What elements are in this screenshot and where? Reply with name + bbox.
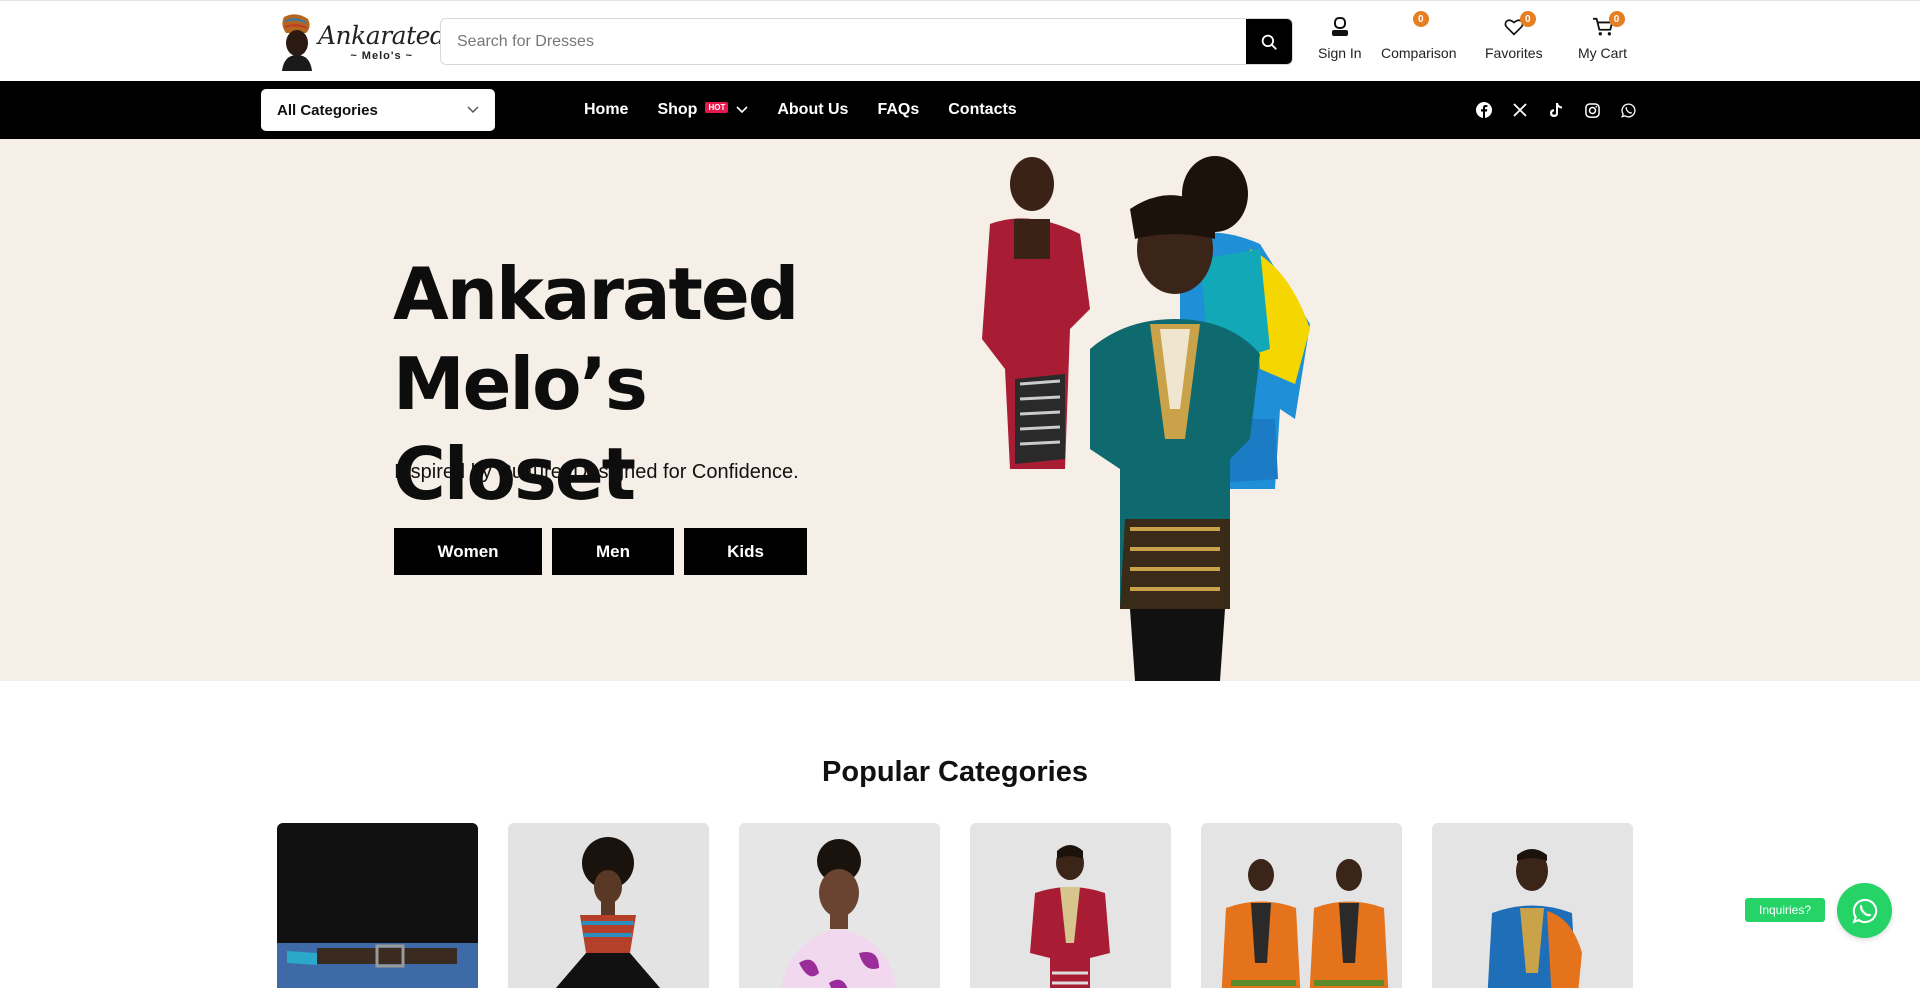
chevron-down-icon: [467, 106, 479, 114]
site-logo[interactable]: Ankarated ~ Melo's ~: [276, 11, 446, 73]
x-icon[interactable]: [1511, 101, 1529, 119]
chevron-down-icon: [736, 106, 748, 114]
category-image: [277, 823, 478, 988]
hero-models-image: [982, 156, 1310, 681]
search-icon: [1261, 34, 1277, 50]
nav-faqs[interactable]: FAQs: [877, 101, 919, 119]
category-card[interactable]: [277, 823, 478, 988]
favorites-label: Favorites: [1485, 45, 1543, 61]
cart-link[interactable]: 0 My Cart: [1578, 11, 1627, 61]
tiktok-icon[interactable]: [1547, 101, 1565, 119]
logo-text: Ankarated: [318, 21, 446, 50]
hot-badge: HOT: [705, 101, 729, 113]
category-card[interactable]: [970, 823, 1171, 988]
hero-title-line2: Melo’s Closet: [393, 342, 648, 516]
cart-icon: 0: [1591, 11, 1625, 39]
category-card[interactable]: [739, 823, 940, 988]
men-button[interactable]: Men: [552, 528, 674, 575]
user-icon: [1328, 15, 1352, 39]
site-header: Ankarated ~ Melo's ~ Sign In 0 Compariso…: [0, 0, 1920, 81]
instagram-icon[interactable]: [1583, 101, 1601, 119]
nav-shop-label: Shop: [657, 101, 698, 118]
category-image: [970, 823, 1171, 988]
hero-tagline: Inspired by Culture. Designed for Confid…: [394, 461, 799, 483]
sign-in-link[interactable]: Sign In: [1318, 15, 1362, 61]
category-image: [739, 823, 940, 988]
category-image: [1201, 823, 1402, 988]
search-bar: [440, 18, 1293, 65]
logo-portrait-icon: [276, 13, 314, 71]
whatsapp-chat-button[interactable]: [1837, 883, 1892, 938]
whatsapp-icon[interactable]: [1619, 101, 1637, 119]
category-card[interactable]: [508, 823, 709, 988]
kids-button[interactable]: Kids: [684, 528, 807, 575]
search-input[interactable]: [441, 19, 1246, 64]
main-nav: All Categories Home Shop HOT About Us FA…: [0, 81, 1920, 139]
logo-subtext: ~ Melo's ~: [350, 50, 414, 62]
nav-home[interactable]: Home: [584, 101, 628, 119]
women-button[interactable]: Women: [394, 528, 542, 575]
sign-in-label: Sign In: [1318, 45, 1362, 61]
nav-shop[interactable]: Shop HOT: [657, 101, 748, 119]
category-card[interactable]: [1201, 823, 1402, 988]
category-card[interactable]: [1432, 823, 1633, 988]
search-button[interactable]: [1246, 19, 1292, 64]
whatsapp-icon: [1851, 898, 1877, 923]
nav-about[interactable]: About Us: [777, 101, 848, 119]
favorites-count-badge: 0: [1519, 11, 1536, 27]
hero-banner: Ankarated Melo’s Closet Inspired by Cult…: [0, 139, 1920, 681]
inquiries-label[interactable]: Inquiries?: [1745, 898, 1826, 922]
category-select-value: All Categories: [277, 101, 378, 119]
comparison-label: Comparison: [1381, 45, 1457, 61]
comparison-count-badge: 0: [1412, 11, 1429, 27]
comparison-link[interactable]: 0 Comparison: [1381, 11, 1457, 61]
category-select[interactable]: All Categories: [261, 89, 495, 131]
heart-icon: 0: [1502, 11, 1536, 39]
facebook-icon[interactable]: [1475, 101, 1493, 119]
popular-categories-title: Popular Categories: [822, 756, 1088, 788]
compare-icon: 0: [1407, 11, 1431, 39]
category-image: [508, 823, 709, 988]
cart-label: My Cart: [1578, 45, 1627, 61]
cart-count-badge: 0: [1608, 11, 1625, 27]
hero-title-line1: Ankarated: [393, 252, 799, 336]
favorites-link[interactable]: 0 Favorites: [1485, 11, 1543, 61]
category-image: [1432, 823, 1633, 988]
nav-contacts[interactable]: Contacts: [948, 101, 1016, 119]
